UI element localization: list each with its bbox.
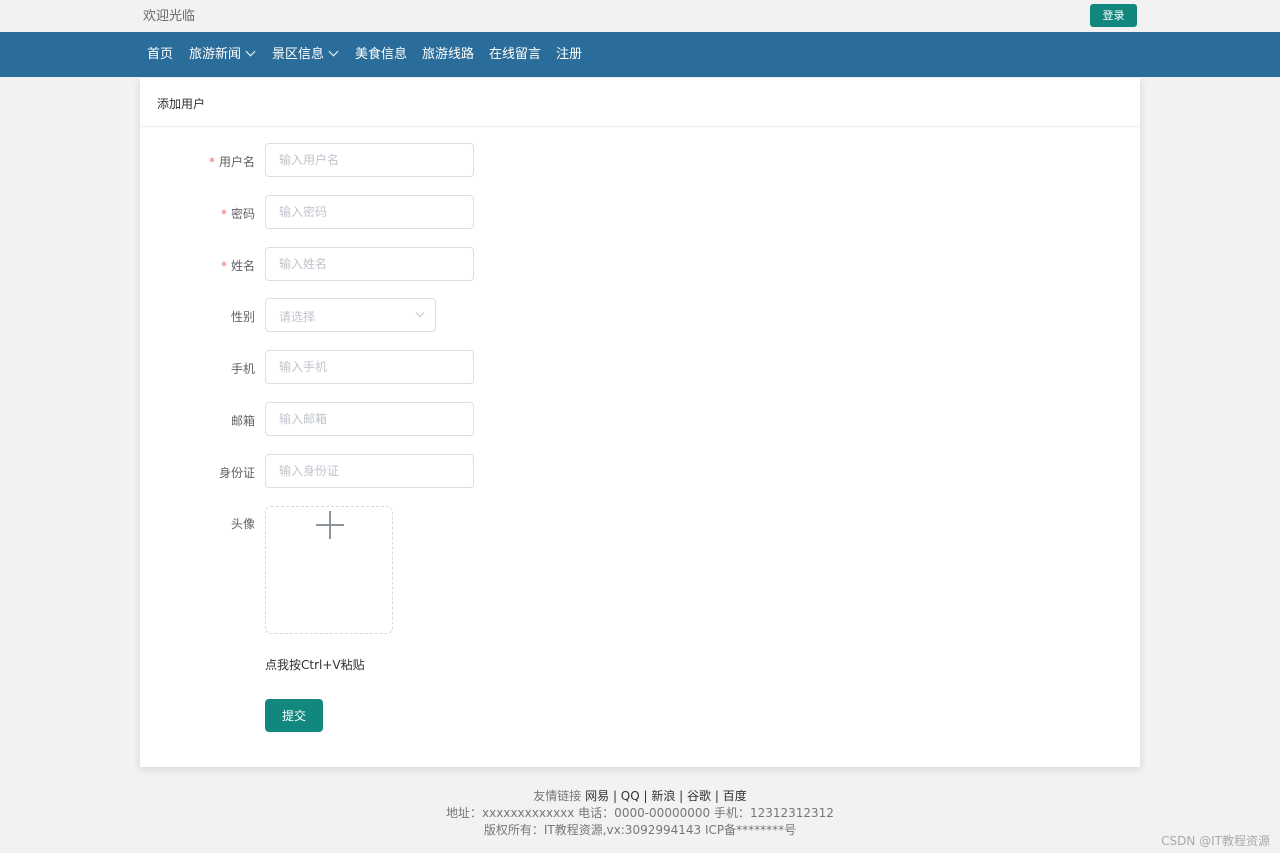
gender-select-placeholder: 请选择 [279, 310, 316, 324]
gender-label: 性别 [230, 310, 255, 324]
nav-item-home[interactable]: 首页 [147, 32, 173, 77]
nav-item-travel-news[interactable]: 旅游新闻 [189, 32, 256, 77]
main-navbar: 首页 旅游新闻 景区信息 美食信息 旅游线路 在线留言 注册 [0, 32, 1280, 77]
password-input[interactable] [265, 195, 474, 229]
chevron-down-icon [415, 308, 425, 318]
nav-item-register[interactable]: 注册 [556, 32, 582, 77]
idcard-label: 身份证 [218, 466, 255, 480]
submit-button[interactable]: 提交 [265, 699, 323, 732]
footer-copyright: 版权所有：IT教程资源,vx:3092994143 ICP备********号 [483, 823, 797, 837]
plus-icon [316, 511, 344, 539]
phone-label: 手机 [230, 362, 255, 376]
required-mark: * [220, 259, 227, 273]
nav-item-scenic-info[interactable]: 景区信息 [272, 32, 339, 77]
username-input[interactable] [265, 143, 474, 177]
gender-select[interactable]: 请选择 [265, 298, 436, 332]
nav-item-online-message[interactable]: 在线留言 [489, 32, 541, 77]
email-label: 邮箱 [230, 414, 255, 428]
idcard-input[interactable] [265, 454, 474, 488]
nav-item-food-info[interactable]: 美食信息 [355, 32, 407, 77]
nav-item-travel-routes[interactable]: 旅游线路 [422, 32, 474, 77]
paste-tip[interactable]: 点我按Ctrl+V粘贴 [265, 656, 365, 673]
footer-links-row: 友情链接 网易 | QQ | 新浪 | 谷歌 | 百度 [0, 788, 1280, 805]
avatar-label: 头像 [230, 517, 255, 531]
friend-links[interactable]: 网易 | QQ | 新浪 | 谷歌 | 百度 [585, 789, 747, 803]
phone-input[interactable] [265, 350, 474, 384]
password-label: * 密码 [220, 207, 255, 221]
top-bar: 欢迎光临 登录 [0, 0, 1280, 32]
name-label: * 姓名 [220, 259, 255, 273]
page-title: 添加用户 [157, 97, 206, 111]
card-header: 添加用户 [140, 78, 1140, 127]
footer: 友情链接 网易 | QQ | 新浪 | 谷歌 | 百度 地址：xxxxxxxxx… [0, 788, 1280, 839]
username-label: * 用户名 [208, 155, 255, 169]
required-mark: * [220, 207, 227, 221]
required-mark: * [208, 155, 215, 169]
avatar-uploader[interactable] [265, 506, 393, 634]
welcome-text: 欢迎光临 [143, 9, 196, 24]
chevron-down-icon [245, 46, 256, 57]
login-button[interactable]: 登录 [1090, 4, 1137, 27]
friend-links-label: 友情链接 [533, 789, 582, 803]
watermark: CSDN @IT教程资源 [1161, 834, 1270, 848]
name-input[interactable] [265, 247, 474, 281]
email-input[interactable] [265, 402, 474, 436]
chevron-down-icon [328, 46, 339, 57]
add-user-card: 添加用户 *用户名 *密码 *姓名 性别 请选择 手机 邮箱 身份证 头像 点我… [140, 78, 1140, 767]
footer-contact: 地址：xxxxxxxxxxxxx 电话：0000-00000000 手机：123… [446, 806, 834, 820]
